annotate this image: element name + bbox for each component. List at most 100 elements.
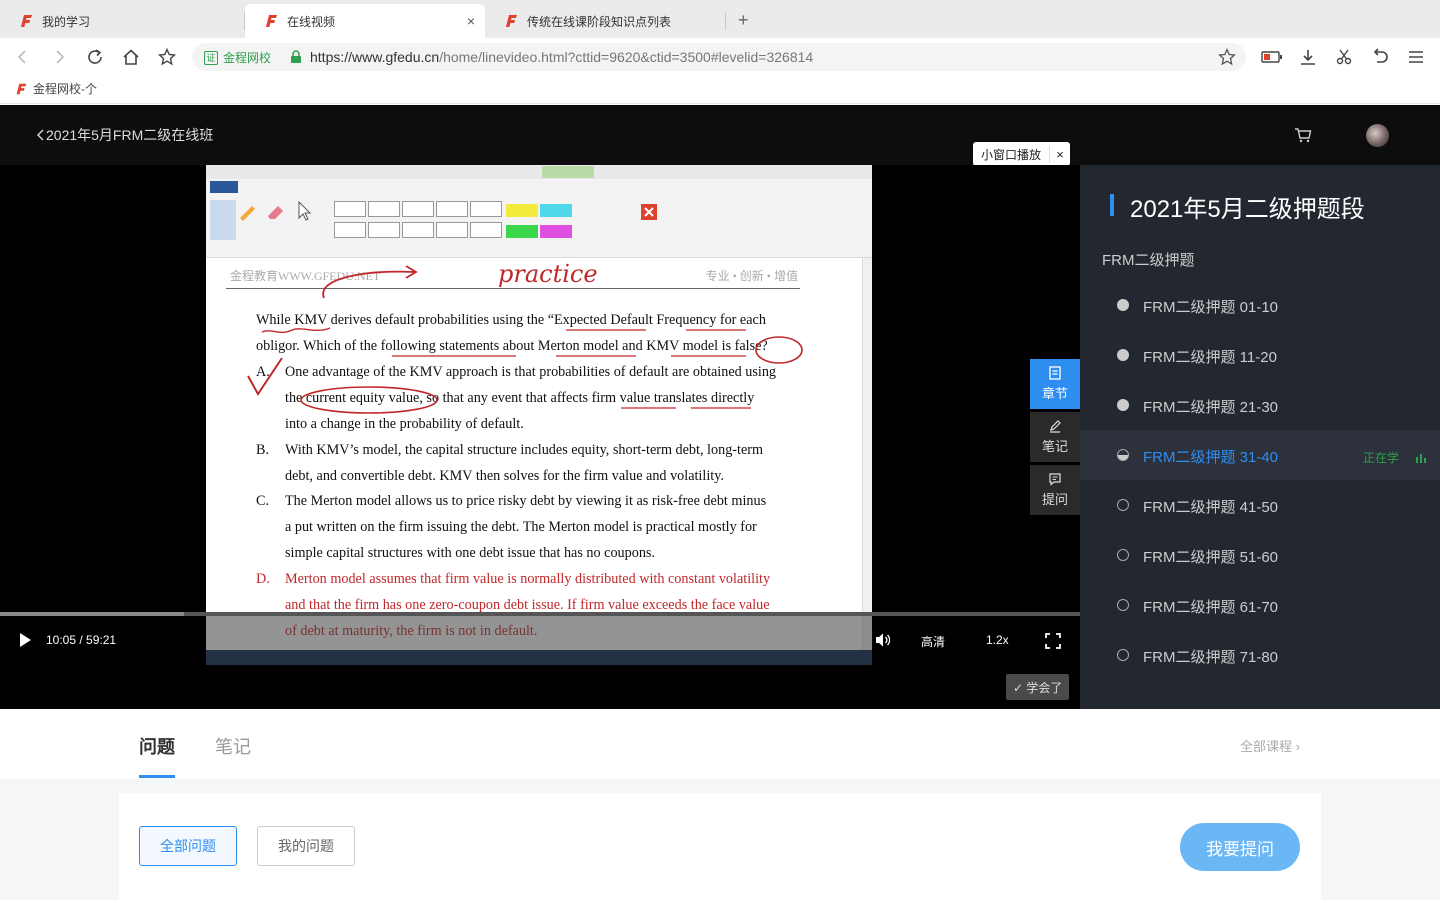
- bookmark-gfedu[interactable]: 金程网校-𠆤: [14, 80, 97, 97]
- highlighter-swatch: [540, 225, 572, 238]
- lesson-item[interactable]: FRM二级押题 31-40 正在学: [1080, 430, 1440, 480]
- battery-saver-button[interactable]: [1261, 46, 1283, 68]
- mini-player-button[interactable]: 小窗口播放: [973, 145, 1051, 163]
- pen-swatch: [436, 201, 468, 217]
- side-tab-chapters[interactable]: 章节: [1030, 359, 1080, 409]
- side-tab-questions[interactable]: 提问: [1030, 465, 1080, 515]
- qa-tab-bar: 问题 笔记 全部课程 ›: [0, 709, 1440, 779]
- fullscreen-icon[interactable]: [1045, 633, 1061, 649]
- new-tab-button[interactable]: +: [738, 10, 749, 31]
- controls-overlay: [206, 616, 872, 650]
- filter-my-questions[interactable]: 我的问题: [257, 826, 355, 866]
- volume-icon[interactable]: [875, 632, 891, 648]
- side-tab-notes[interactable]: 笔记: [1030, 412, 1080, 462]
- document-scrollbar: [862, 258, 872, 665]
- tab-my-learning[interactable]: 我的学习: [0, 4, 244, 38]
- lesson-name: FRM二级押题 11-20: [1143, 349, 1277, 366]
- reload-button[interactable]: [84, 46, 106, 68]
- word-file-tab: [210, 181, 238, 193]
- favorites-button[interactable]: [156, 46, 178, 68]
- tab-label: 在线视频: [287, 14, 336, 29]
- lesson-item[interactable]: FRM二级押题 11-20: [1080, 330, 1440, 380]
- lesson-name: FRM二级押题 01-10: [1143, 299, 1279, 316]
- qa-area: 全部问题 我的问题 我要提问: [0, 779, 1440, 903]
- screenshot-button[interactable]: [1333, 46, 1355, 68]
- play-icon[interactable]: [18, 632, 32, 648]
- gfedu-logo-icon: [506, 15, 517, 27]
- progress-dot-icon: [1117, 449, 1129, 461]
- pen-swatch: [436, 222, 468, 238]
- highlighter-swatch: [506, 204, 538, 217]
- video-frame-document: 金程教育WWW.GFEDU.NET 专业 • 创新 • 增值 While KMV…: [206, 165, 872, 665]
- tab-online-video[interactable]: 在线视频 ×: [245, 4, 485, 38]
- pen-swatch: [470, 201, 502, 217]
- chapter-subtitle: FRM二级押题: [1102, 252, 1195, 269]
- progress-dot-icon: [1117, 399, 1129, 411]
- pen-swatch: [402, 201, 434, 217]
- eraser-tool: [264, 200, 290, 240]
- tab-label: 我的学习: [42, 14, 91, 29]
- lesson-item[interactable]: FRM二级押题 01-10: [1080, 280, 1440, 330]
- reload-icon: [88, 49, 102, 64]
- lesson-item[interactable]: FRM二级押题 51-60: [1080, 530, 1440, 580]
- lesson-item[interactable]: FRM二级押题 41-50: [1080, 480, 1440, 530]
- avatar[interactable]: [1366, 124, 1389, 147]
- close-icon[interactable]: ×: [1050, 147, 1070, 162]
- ask-question-button[interactable]: 我要提问: [1180, 823, 1300, 871]
- document-page: 金程教育WWW.GFEDU.NET 专业 • 创新 • 增值 While KMV…: [206, 258, 872, 665]
- lesson-name: FRM二级押题 31-40: [1143, 449, 1279, 466]
- certified-icon: 证: [204, 50, 218, 65]
- download-icon: [1301, 50, 1315, 65]
- lesson-name: FRM二级押题 21-30: [1143, 399, 1279, 416]
- progress-dot-icon: [1117, 549, 1129, 561]
- all-courses-link[interactable]: 全部课程 ›: [1240, 736, 1300, 755]
- undo-close-button[interactable]: [1369, 46, 1391, 68]
- active-tab-indicator: [139, 775, 175, 778]
- course-header: 2021年5月FRM二级在线班: [0, 105, 1440, 165]
- tab-notes[interactable]: 笔记: [215, 733, 251, 759]
- gfedu-logo-icon: [16, 83, 27, 94]
- battery-icon: [1261, 51, 1282, 63]
- player-controls: 10:05 / 59:21 高清 1.2x: [0, 616, 1080, 665]
- back-to-course[interactable]: 2021年5月FRM二级在线班: [36, 125, 213, 145]
- arrow-right-icon: [56, 50, 65, 64]
- side-tab-label: 提问: [1041, 492, 1068, 507]
- tab-questions[interactable]: 问题: [139, 733, 175, 759]
- cart-icon[interactable]: [1294, 127, 1312, 143]
- download-button[interactable]: [1297, 46, 1319, 68]
- word-menu-row: [206, 179, 872, 195]
- lesson-item[interactable]: FRM二级押题 71-80: [1080, 630, 1440, 680]
- lesson-item[interactable]: FRM二级押题 21-30: [1080, 380, 1440, 430]
- bookmarks-bar: 金程网校-𠆤: [0, 76, 1440, 104]
- filter-all-questions[interactable]: 全部问题: [139, 826, 237, 866]
- browser-nav-bar: 证 金程网校 https://www.gfedu.cn/home/linevid…: [0, 38, 1440, 76]
- tab-knowledge-list[interactable]: 传统在线课阶段知识点列表: [485, 4, 725, 38]
- quality-selector[interactable]: 高清: [921, 633, 945, 650]
- side-tab-label: 笔记: [1041, 439, 1068, 454]
- menu-button[interactable]: [1405, 46, 1427, 68]
- lesson-item[interactable]: FRM二级押题 61-70: [1080, 580, 1440, 630]
- url-path: /home/linevideo.html?cttid=9620&ctid=350…: [439, 49, 814, 65]
- chapter-accent-bar: [1110, 194, 1114, 216]
- mark-learned-button[interactable]: ✓ 学会了: [1006, 674, 1070, 700]
- mini-player-toggle: 小窗口播放 ×: [973, 142, 1071, 166]
- pen-tool: [210, 200, 236, 240]
- forward-button[interactable]: [48, 46, 70, 68]
- ink-tools-tab: [542, 166, 594, 178]
- cursor-icon: [298, 200, 312, 221]
- chapter-panel: 2021年5月二级押题段 FRM二级押题 FRM二级押题 01-10 FRM二级押…: [1080, 165, 1440, 709]
- tab-label: 传统在线课阶段知识点列表: [527, 14, 672, 29]
- video-player[interactable]: 金程教育WWW.GFEDU.NET 专业 • 创新 • 增值 While KMV…: [0, 165, 1080, 709]
- tab-close-icon[interactable]: ×: [467, 13, 475, 29]
- address-bar[interactable]: 证 金程网校 https://www.gfedu.cn/home/linevid…: [192, 43, 1246, 71]
- chevron-left-icon: [37, 129, 44, 141]
- stop-ink-icon: [641, 204, 657, 220]
- bookmark-star-icon[interactable]: [1218, 48, 1236, 66]
- hamburger-icon: [1409, 51, 1423, 63]
- progress-dot-icon: [1117, 649, 1129, 661]
- home-button[interactable]: [120, 46, 142, 68]
- star-icon: [158, 48, 176, 66]
- tab-divider: [725, 12, 726, 30]
- speed-selector[interactable]: 1.2x: [986, 633, 1009, 647]
- back-button[interactable]: [12, 46, 34, 68]
